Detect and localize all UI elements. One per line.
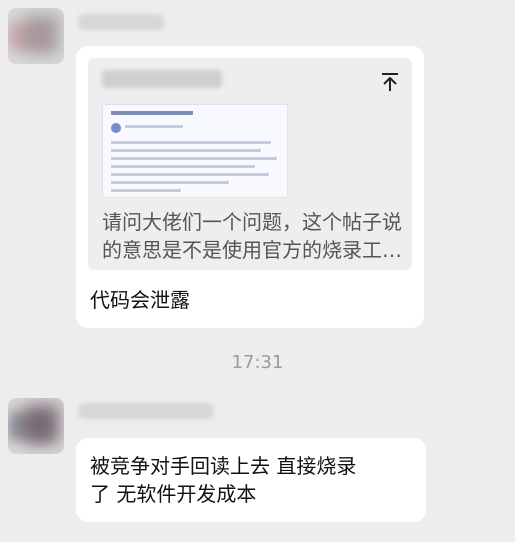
quoted-line-1: 请问大佬们一个问题，这个帖子说 [102,210,402,234]
message-text-line-2: 了 无软件开发成本 [90,482,257,506]
quoted-message-text: 请问大佬们一个问题，这个帖子说 的意思是不是使用官方的烧录工… [102,208,402,264]
sender-name-blurred [78,14,164,30]
quoted-message-card[interactable]: 请问大佬们一个问题，这个帖子说 的意思是不是使用官方的烧录工… [88,58,412,270]
avatar[interactable] [8,398,64,454]
message-bubble[interactable]: 请问大佬们一个问题，这个帖子说 的意思是不是使用官方的烧录工… 代码会泄露 [76,46,424,328]
quoted-sender-blurred [102,70,222,88]
message-text-line-1: 被竞争对手回读上去 直接烧录 [90,454,357,478]
avatar[interactable] [8,8,64,64]
forum-screenshot-thumbnail[interactable] [102,104,288,198]
sender-name-blurred [78,403,214,419]
timestamp: 17:31 [231,352,284,373]
pin-to-top-icon[interactable] [378,70,402,94]
message-text: 代码会泄露 [90,288,190,312]
message-bubble[interactable]: 被竞争对手回读上去 直接烧录 了 无软件开发成本 [76,438,426,522]
quoted-line-2: 的意思是不是使用官方的烧录工… [102,238,402,262]
